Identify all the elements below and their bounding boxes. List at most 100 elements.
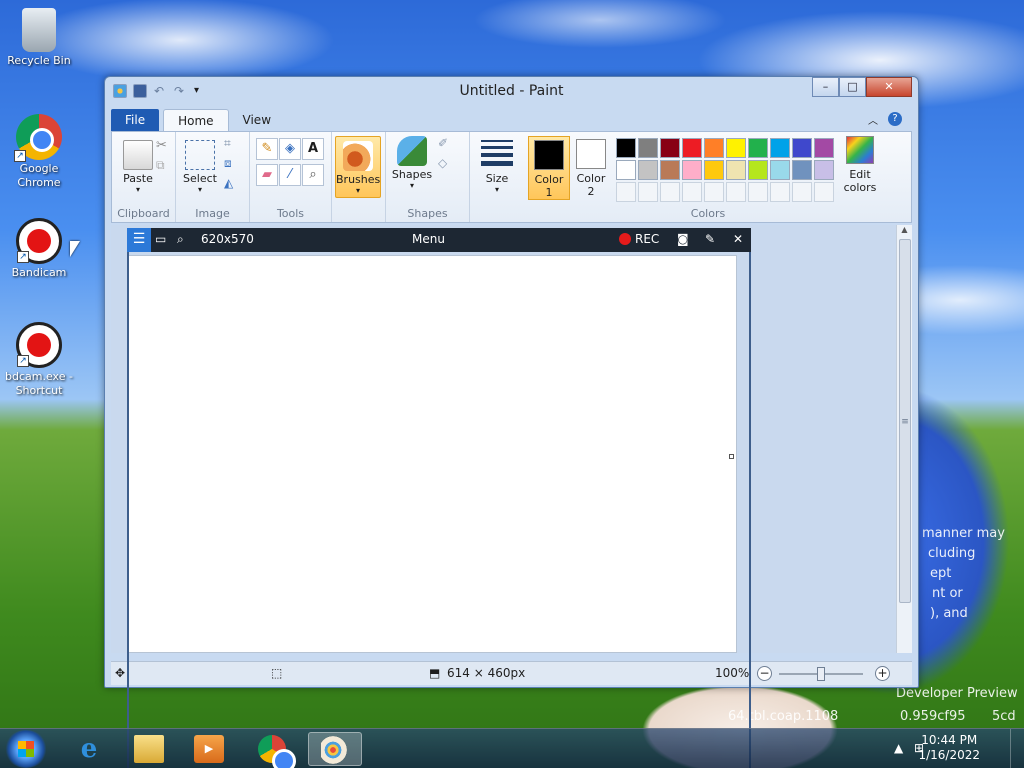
color-palette bbox=[616, 138, 834, 202]
palette-empty-swatch[interactable] bbox=[814, 182, 834, 202]
palette-color-swatch[interactable] bbox=[704, 138, 724, 158]
color1-button[interactable]: Color 1 bbox=[528, 136, 570, 200]
group-label-shapes: Shapes bbox=[407, 207, 448, 220]
palette-color-swatch[interactable] bbox=[660, 138, 680, 158]
collapse-ribbon-icon[interactable]: ︿ bbox=[868, 112, 878, 127]
palette-color-swatch[interactable] bbox=[726, 160, 746, 180]
scroll-thumb[interactable]: ≡ bbox=[899, 239, 911, 603]
rec-button[interactable]: REC bbox=[619, 232, 659, 246]
color1-label-line1: Color bbox=[534, 173, 564, 186]
folder-icon bbox=[134, 735, 164, 763]
screenshot-camera-icon[interactable]: ◙ bbox=[677, 232, 689, 246]
palette-color-swatch[interactable] bbox=[814, 138, 834, 158]
canvas-resize-handle[interactable] bbox=[729, 454, 734, 459]
palette-empty-swatch[interactable] bbox=[660, 182, 680, 202]
target-window-icon[interactable]: ⌕ bbox=[177, 232, 184, 247]
size-button[interactable]: Size ▾ bbox=[476, 140, 518, 194]
resize-icon[interactable]: ⧈ bbox=[224, 156, 242, 174]
scroll-up-icon[interactable]: ▲ bbox=[897, 225, 912, 234]
window-mode-icon[interactable]: ▭ bbox=[155, 232, 166, 246]
palette-color-swatch[interactable] bbox=[616, 160, 636, 180]
fill-icon[interactable]: ◈ bbox=[279, 138, 301, 160]
palette-empty-swatch[interactable] bbox=[770, 182, 790, 202]
cut-icon[interactable]: ✂ bbox=[156, 138, 174, 156]
palette-color-swatch[interactable] bbox=[660, 160, 680, 180]
tab-home[interactable]: Home bbox=[163, 109, 229, 131]
desktop-icon-bdcam-shortcut[interactable]: ↗ bdcam.exe - Shortcut bbox=[0, 322, 78, 398]
palette-empty-swatch[interactable] bbox=[726, 182, 746, 202]
title-bar[interactable]: ↶ ↷ ▾ Untitled - Paint – □ ✕ bbox=[105, 77, 918, 107]
color-picker-icon[interactable]: ⁄ bbox=[279, 164, 301, 186]
paste-button[interactable]: Paste ▾ bbox=[120, 140, 156, 194]
window-controls: – □ ✕ bbox=[812, 77, 912, 97]
palette-color-swatch[interactable] bbox=[748, 160, 768, 180]
bandicam-menu-button[interactable]: Menu bbox=[412, 232, 445, 246]
outline-icon[interactable]: ✐ bbox=[438, 136, 456, 154]
zoom-slider[interactable] bbox=[779, 667, 863, 681]
eraser-icon[interactable]: ▰ bbox=[256, 164, 278, 186]
close-overlay-icon[interactable]: ✕ bbox=[733, 232, 743, 246]
watermark-line: Developer Preview bbox=[896, 686, 1018, 701]
vertical-scrollbar[interactable]: ▲ ≡ bbox=[896, 225, 912, 653]
palette-color-swatch[interactable] bbox=[770, 160, 790, 180]
maximize-button[interactable]: □ bbox=[839, 77, 866, 97]
zoom-level: 100% bbox=[715, 666, 750, 680]
palette-empty-swatch[interactable] bbox=[638, 182, 658, 202]
watermark-line: 64.tbl.coap.1108 bbox=[728, 709, 839, 724]
palette-color-swatch[interactable] bbox=[616, 138, 636, 158]
palette-color-swatch[interactable] bbox=[748, 138, 768, 158]
desktop-icon-label: bdcam.exe - Shortcut bbox=[5, 370, 73, 397]
palette-empty-swatch[interactable] bbox=[682, 182, 702, 202]
pencil-icon[interactable]: ✎ bbox=[256, 138, 278, 160]
crop-icon[interactable]: ⌗ bbox=[224, 136, 242, 154]
palette-empty-swatch[interactable] bbox=[792, 182, 812, 202]
taskbar-internet-explorer[interactable]: e bbox=[62, 732, 116, 766]
palette-empty-swatch[interactable] bbox=[616, 182, 636, 202]
zoom-slider-knob[interactable] bbox=[817, 667, 825, 681]
zoom-in-button[interactable]: + bbox=[875, 666, 890, 681]
palette-color-swatch[interactable] bbox=[704, 160, 724, 180]
magnifier-icon[interactable]: ⌕ bbox=[302, 164, 324, 186]
palette-color-swatch[interactable] bbox=[770, 138, 790, 158]
desktop-icon-recycle-bin[interactable]: Recycle Bin bbox=[0, 8, 78, 68]
taskbar-file-explorer[interactable] bbox=[122, 732, 176, 766]
shape-fill-icon[interactable]: ◇ bbox=[438, 156, 456, 174]
palette-empty-swatch[interactable] bbox=[748, 182, 768, 202]
select-button[interactable]: Select ▾ bbox=[180, 140, 220, 194]
close-button[interactable]: ✕ bbox=[866, 77, 912, 97]
shapes-button[interactable]: Shapes ▾ bbox=[390, 136, 434, 190]
edit-colors-button[interactable]: Edit colors bbox=[838, 136, 882, 194]
show-desktop-button[interactable] bbox=[1010, 729, 1024, 768]
start-button[interactable] bbox=[4, 730, 48, 768]
palette-color-swatch[interactable] bbox=[792, 138, 812, 158]
text-icon[interactable]: A bbox=[302, 138, 324, 160]
palette-color-swatch[interactable] bbox=[726, 138, 746, 158]
menu-hamburger-icon[interactable]: ☰ bbox=[127, 228, 151, 252]
taskbar-chrome[interactable] bbox=[246, 732, 300, 768]
tab-file[interactable]: File bbox=[111, 109, 160, 131]
palette-empty-swatch[interactable] bbox=[704, 182, 724, 202]
brushes-button[interactable]: Brushes ▾ bbox=[335, 136, 381, 198]
copy-icon[interactable]: ⧉ bbox=[156, 158, 174, 176]
palette-color-swatch[interactable] bbox=[638, 138, 658, 158]
drawing-canvas[interactable] bbox=[127, 255, 737, 653]
taskbar-paint[interactable] bbox=[308, 732, 362, 766]
system-clock[interactable]: 10:44 PM 1/16/2022 bbox=[918, 733, 980, 763]
help-icon[interactable]: ? bbox=[888, 112, 902, 126]
rotate-icon[interactable]: ◭ bbox=[224, 176, 242, 194]
tab-view[interactable]: View bbox=[229, 109, 285, 131]
group-label-tools: Tools bbox=[276, 207, 305, 220]
zoom-out-button[interactable]: − bbox=[757, 666, 772, 681]
draw-pencil-icon[interactable]: ✎ bbox=[705, 232, 715, 246]
palette-color-swatch[interactable] bbox=[638, 160, 658, 180]
color2-button[interactable]: Color 2 bbox=[570, 136, 612, 200]
palette-color-swatch[interactable] bbox=[682, 160, 702, 180]
palette-color-swatch[interactable] bbox=[814, 160, 834, 180]
palette-color-swatch[interactable] bbox=[682, 138, 702, 158]
desktop-icon-bandicam[interactable]: ↗ Bandicam bbox=[0, 218, 78, 280]
minimize-button[interactable]: – bbox=[812, 77, 839, 97]
show-hidden-icons[interactable]: ▲ bbox=[894, 741, 903, 755]
taskbar-media-player[interactable]: ▶ bbox=[182, 732, 236, 766]
palette-color-swatch[interactable] bbox=[792, 160, 812, 180]
desktop-icon-google-chrome[interactable]: ↗ Google Chrome bbox=[0, 114, 78, 190]
